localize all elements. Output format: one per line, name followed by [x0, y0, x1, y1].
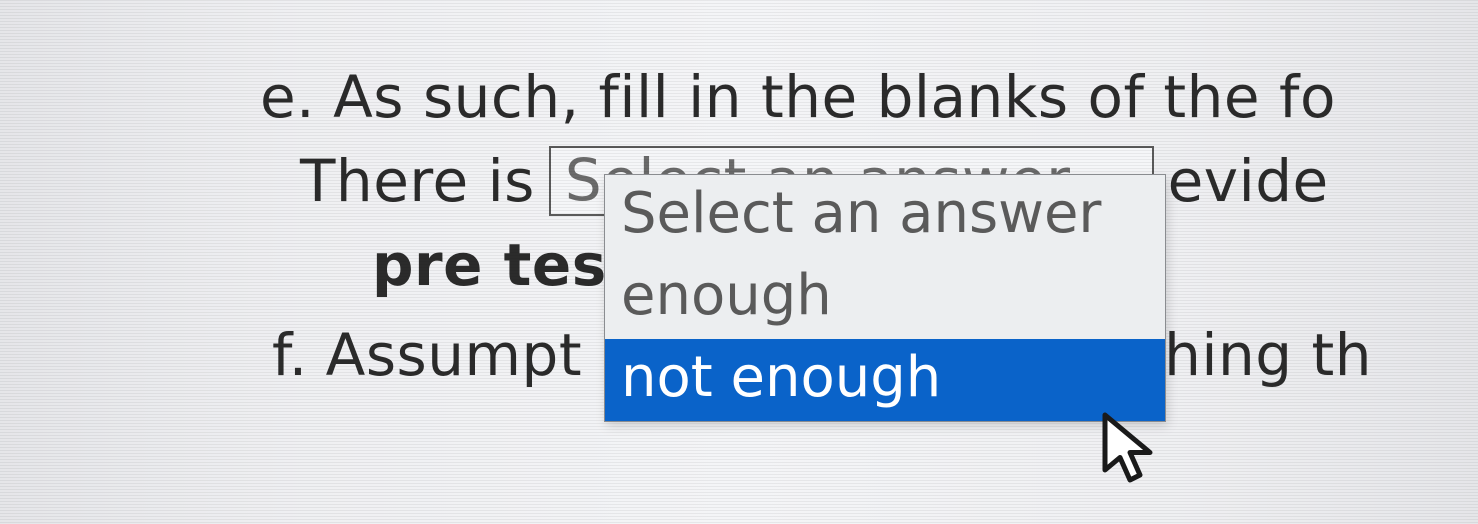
- option-placeholder[interactable]: Select an answer: [605, 175, 1165, 257]
- answer-select-listbox[interactable]: Select an answer enough not enough: [604, 174, 1166, 422]
- item-label-f: f.: [272, 313, 308, 397]
- item-label-e: e.: [260, 55, 315, 139]
- question-e-line1: e. As such, fill in the blanks of the fo: [260, 55, 1478, 139]
- question-f-text-after: hing th: [1164, 313, 1372, 397]
- option-enough[interactable]: enough: [605, 257, 1165, 339]
- mouse-cursor-icon: [1100, 410, 1160, 490]
- question-e-text-1: As such, fill in the blanks of the fo: [333, 55, 1336, 139]
- question-f-text-before: Assumpt: [326, 313, 582, 397]
- document-viewport: e. As such, fill in the blanks of the fo…: [0, 0, 1478, 524]
- pre-test-label: pre test: [372, 223, 635, 307]
- line2-prefix: There is: [300, 139, 535, 223]
- line2-suffix: evide: [1168, 139, 1329, 223]
- option-not-enough[interactable]: not enough: [605, 339, 1165, 421]
